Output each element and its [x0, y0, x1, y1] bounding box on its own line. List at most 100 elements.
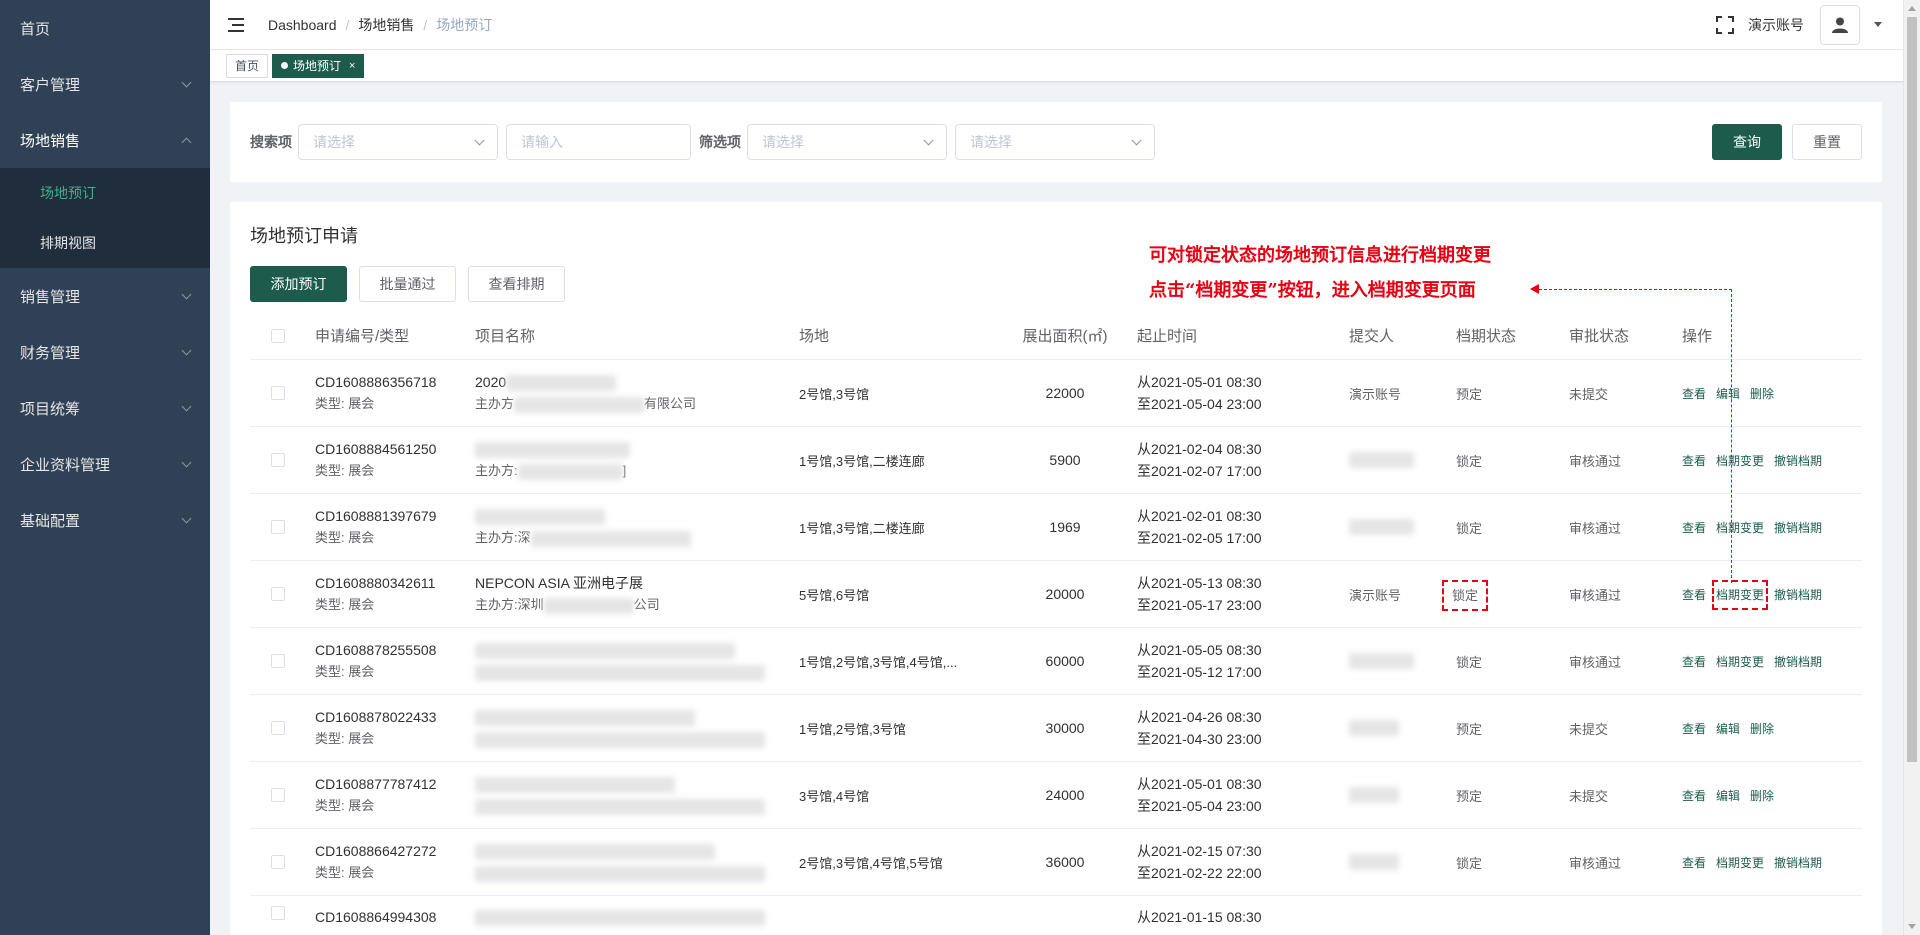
delete-link[interactable]: 删除 [1750, 789, 1774, 803]
ops-cell: 查看 编辑 删除 [1672, 787, 1872, 804]
sidebar-item-venue-sales[interactable]: 场地销售 [0, 112, 210, 168]
time-cell: 从2021-05-01 08:30 至2021-05-04 23:00 [1127, 773, 1339, 817]
approval-cell: 审核通过 [1569, 654, 1622, 670]
view-link[interactable]: 查看 [1682, 655, 1706, 669]
delete-link[interactable]: 删除 [1750, 387, 1774, 401]
chevron-up-icon [181, 137, 192, 147]
sidebar-item-enterprise-data[interactable]: 企业资料管理 [0, 436, 210, 492]
row-checkbox[interactable] [270, 386, 285, 400]
breadcrumb-item[interactable]: Dashboard [268, 17, 337, 33]
view-link[interactable]: 查看 [1682, 722, 1706, 736]
status-cell: 预定 [1456, 386, 1483, 402]
time-cell: 从2021-02-01 08:30 至2021-02-05 17:00 [1127, 505, 1339, 549]
page-scrollbar[interactable] [1903, 0, 1920, 935]
batch-approve-button[interactable]: 批量通过 [359, 266, 456, 302]
row-checkbox[interactable] [270, 654, 285, 668]
application-id: CD1608880342611 [315, 575, 436, 591]
time-cell: 从2021-02-15 07:30 至2021-02-22 22:00 [1127, 840, 1339, 884]
schedule-change-link[interactable]: 档期变更 [1716, 856, 1764, 870]
edit-link[interactable]: 编辑 [1716, 387, 1740, 401]
query-button[interactable]: 查询 [1712, 124, 1782, 160]
account-name[interactable]: 演示账号 [1748, 15, 1804, 35]
tag-home[interactable]: 首页 [226, 53, 269, 78]
view-link[interactable]: 查看 [1682, 588, 1706, 602]
cancel-schedule-link[interactable]: 撤销档期 [1774, 856, 1822, 870]
row-checkbox[interactable] [270, 453, 285, 467]
view-link[interactable]: 查看 [1682, 789, 1706, 803]
tag-venue-booking[interactable]: 场地预订 × [272, 53, 365, 78]
sidebar-item-project-planning[interactable]: 项目统筹 [0, 380, 210, 436]
sidebar-item-label: 首页 [20, 20, 51, 38]
add-booking-button[interactable]: 添加预订 [250, 266, 347, 302]
row-checkbox[interactable] [270, 520, 285, 534]
row-checkbox[interactable] [270, 587, 285, 601]
view-link[interactable]: 查看 [1682, 856, 1706, 870]
sidebar-item-sales-management[interactable]: 销售管理 [0, 268, 210, 324]
submitter-cell: 演示账号 [1349, 587, 1402, 603]
cancel-schedule-link[interactable]: 撤销档期 [1774, 454, 1822, 468]
search-field-select[interactable]: 请选择 [298, 124, 498, 160]
breadcrumb-item[interactable]: 场地销售 [358, 15, 414, 35]
schedule-change-link[interactable]: 档期变更 [1716, 454, 1764, 468]
row-checkbox[interactable] [270, 906, 285, 920]
edit-link[interactable]: 编辑 [1716, 722, 1740, 736]
name-cell: NEPCON ASIA 亚洲电子展 主办方:深圳 公司 [465, 572, 789, 616]
cancel-schedule-link[interactable]: 撤销档期 [1774, 655, 1822, 669]
avatar[interactable] [1820, 4, 1860, 45]
search-input[interactable]: 请输入 [506, 124, 691, 160]
select-all-checkbox[interactable] [270, 328, 285, 343]
name-cell [465, 706, 789, 750]
view-link[interactable]: 查看 [1682, 387, 1706, 401]
arrow-left-icon [1530, 284, 1539, 294]
cancel-schedule-link[interactable]: 撤销档期 [1774, 588, 1822, 602]
sidebar-item-customer-management[interactable]: 客户管理 [0, 56, 210, 112]
scroll-up-icon[interactable] [1908, 6, 1916, 11]
sidebar-item-home[interactable]: 首页 [0, 0, 210, 56]
cancel-schedule-link[interactable]: 撤销档期 [1774, 521, 1822, 535]
reset-button[interactable]: 重置 [1792, 124, 1862, 160]
row-checkbox[interactable] [270, 788, 285, 802]
table-row: CD1608884561250 类型: 展会 主办方:] 1号馆,3号馆,二楼连… [250, 427, 1862, 494]
start-time: 从2021-05-01 08:30 [1137, 776, 1262, 792]
delete-link[interactable]: 删除 [1750, 722, 1774, 736]
caret-down-icon[interactable] [1874, 22, 1882, 27]
row-checkbox[interactable] [270, 721, 285, 735]
redacted-text [1349, 720, 1399, 737]
schedule-change-link[interactable]: 档期变更 [1712, 579, 1769, 610]
close-icon[interactable]: × [349, 55, 355, 77]
approval-cell: 审核通过 [1569, 855, 1622, 871]
hamburger-icon[interactable] [228, 17, 248, 33]
filter-select-1[interactable]: 请选择 [747, 124, 947, 160]
schedule-change-link[interactable]: 档期变更 [1716, 521, 1764, 535]
filter-select-2[interactable]: 请选择 [955, 124, 1155, 160]
sidebar-subitem-schedule-view[interactable]: 排期视图 [0, 218, 210, 268]
schedule-change-link[interactable]: 档期变更 [1716, 655, 1764, 669]
time-cell: 从2021-05-01 08:30 至2021-05-04 23:00 [1127, 371, 1339, 415]
scrollbar-thumb[interactable] [1907, 17, 1917, 762]
application-type: 类型: 展会 [315, 798, 375, 813]
ops-cell: 查看 编辑 删除 [1672, 720, 1872, 737]
chevron-down-icon [181, 513, 192, 523]
ops-cell: 查看 档期变更 撤销档期 [1672, 452, 1872, 469]
status-cell: 预定 [1456, 721, 1483, 737]
sidebar-item-basic-config[interactable]: 基础配置 [0, 492, 210, 548]
view-link[interactable]: 查看 [1682, 454, 1706, 468]
row-checkbox-cell [250, 587, 305, 601]
end-time: 至2021-02-22 22:00 [1137, 865, 1262, 881]
sidebar-subitem-venue-booking[interactable]: 场地预订 [0, 168, 210, 218]
view-link[interactable]: 查看 [1682, 521, 1706, 535]
action-bar: 添加预订 批量通过 查看排期 [250, 266, 577, 302]
edit-link[interactable]: 编辑 [1716, 789, 1740, 803]
table-header: 申请编号/类型 项目名称 场地 展出面积(㎡) 起止时间 提交人 档期状态 审批… [250, 312, 1862, 360]
row-checkbox-cell [250, 906, 305, 920]
fullscreen-icon[interactable] [1716, 15, 1734, 34]
sidebar-item-label: 基础配置 [20, 512, 81, 530]
redacted-text [475, 664, 765, 681]
start-time: 从2021-02-04 08:30 [1137, 441, 1262, 457]
view-schedule-button[interactable]: 查看排期 [468, 266, 565, 302]
application-type: 类型: 展会 [315, 530, 375, 545]
scroll-down-icon[interactable] [1908, 924, 1916, 929]
sidebar-item-label: 财务管理 [20, 344, 81, 362]
sidebar-item-finance-management[interactable]: 财务管理 [0, 324, 210, 380]
row-checkbox[interactable] [270, 855, 285, 869]
